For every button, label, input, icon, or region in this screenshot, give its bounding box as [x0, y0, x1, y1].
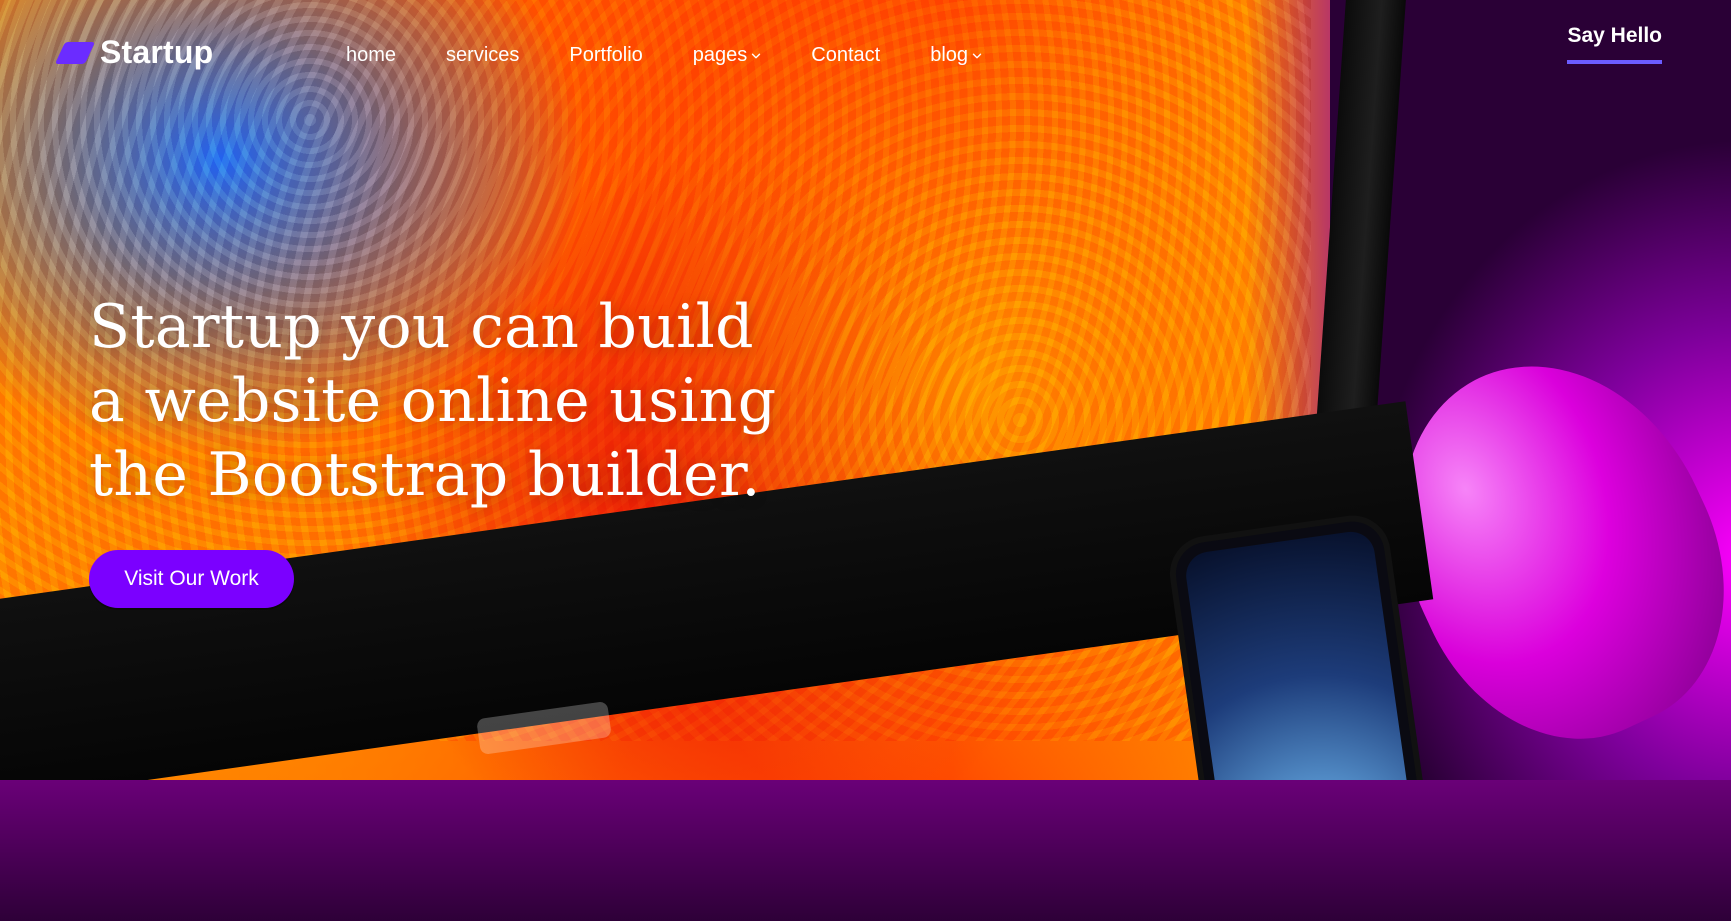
nav-item-label: home: [346, 44, 397, 66]
brand-name: Startup: [100, 34, 214, 70]
nav-item-label: Portfolio: [569, 44, 643, 66]
hero-section: Startup you can build a website online u…: [89, 290, 809, 608]
landing-page: Startup home services Portfolio pages Co…: [0, 0, 1731, 921]
nav-item-label: Contact: [811, 44, 881, 66]
startup-logo-mark-icon: [58, 38, 92, 68]
nav-item-label: pages: [692, 44, 748, 66]
site-header: Startup home services Portfolio pages Co…: [0, 0, 1731, 110]
chevron-down-icon: [972, 51, 982, 61]
nav-item-blog[interactable]: blog: [930, 44, 982, 67]
nav-item-pages[interactable]: pages: [693, 44, 762, 67]
say-hello-link[interactable]: Say Hello: [1567, 24, 1662, 64]
nav-item-home[interactable]: home: [346, 44, 396, 67]
main-nav: home services Portfolio pages Contact bl…: [346, 44, 982, 67]
nav-item-label: services: [446, 44, 520, 66]
desk-surface: [0, 780, 1731, 921]
visit-our-work-button[interactable]: Visit Our Work: [89, 550, 294, 608]
site-logo[interactable]: Startup: [58, 34, 213, 71]
nav-item-portfolio[interactable]: Portfolio: [569, 44, 642, 67]
hero-title: Startup you can build a website online u…: [89, 292, 777, 510]
nav-item-contact[interactable]: Contact: [811, 44, 880, 67]
nav-item-services[interactable]: services: [446, 44, 519, 67]
chevron-down-icon: [751, 51, 761, 61]
nav-item-label: blog: [930, 44, 969, 66]
